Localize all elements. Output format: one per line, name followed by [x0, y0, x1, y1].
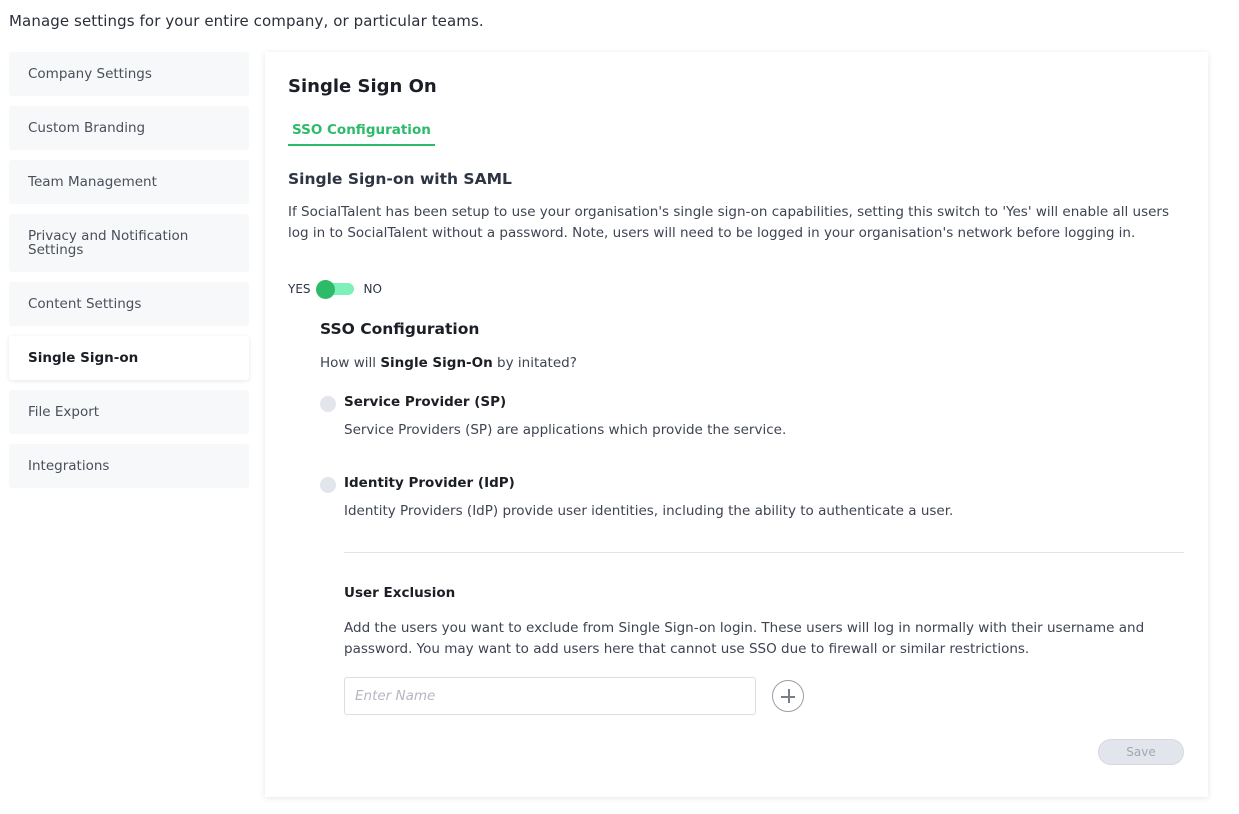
- sso-enable-toggle[interactable]: [315, 280, 356, 299]
- sidebar-item-privacy-notification[interactable]: Privacy and Notification Settings: [9, 214, 249, 272]
- sidebar-item-content-settings[interactable]: Content Settings: [9, 282, 249, 326]
- toggle-yes-label: YES: [288, 282, 311, 296]
- question-suffix: by initated?: [492, 355, 577, 371]
- saml-section-title: Single Sign-on with SAML: [288, 170, 512, 188]
- user-exclusion-description: Add the users you want to exclude from S…: [344, 620, 1145, 657]
- card-title: Single Sign On: [288, 76, 437, 97]
- settings-sidebar: Company Settings Custom Branding Team Ma…: [9, 52, 249, 498]
- radio-description: Service Providers (SP) are applications …: [344, 422, 787, 438]
- section-divider: [344, 552, 1184, 553]
- sidebar-item-file-export[interactable]: File Export: [9, 390, 249, 434]
- sidebar-item-label: File Export: [28, 404, 100, 420]
- sidebar-item-single-sign-on[interactable]: Single Sign-on: [9, 336, 249, 380]
- sidebar-item-label: Content Settings: [28, 296, 142, 312]
- sidebar-item-custom-branding[interactable]: Custom Branding: [9, 106, 249, 150]
- sso-toggle-row: YES NO: [288, 280, 382, 299]
- radio-label: Identity Provider (IdP): [344, 475, 515, 491]
- add-excluded-user-button[interactable]: [772, 680, 804, 712]
- sidebar-item-label: Single Sign-on: [28, 350, 139, 366]
- exclude-user-name-input[interactable]: [344, 677, 756, 715]
- sidebar-item-label: Custom Branding: [28, 120, 146, 136]
- page-description: Manage settings for your entire company,…: [9, 12, 484, 30]
- toggle-no-label: NO: [363, 282, 382, 296]
- radio-identity-provider[interactable]: [320, 477, 336, 493]
- radio-service-provider[interactable]: [320, 396, 336, 412]
- radio-label: Service Provider (SP): [344, 394, 507, 410]
- sidebar-item-team-management[interactable]: Team Management: [9, 160, 249, 204]
- sidebar-item-integrations[interactable]: Integrations: [9, 444, 249, 488]
- save-button[interactable]: Save: [1098, 739, 1184, 765]
- sidebar-item-label: Integrations: [28, 458, 110, 474]
- saml-description: If SocialTalent has been setup to use yo…: [288, 204, 1170, 241]
- sso-config-title: SSO Configuration: [320, 320, 480, 338]
- sso-initiation-question: How will Single Sign-On by initated?: [320, 355, 577, 371]
- question-prefix: How will: [320, 355, 381, 371]
- tab-sso-configuration[interactable]: SSO Configuration: [288, 122, 435, 146]
- sso-settings-card: Single Sign On SSO Configuration Single …: [265, 52, 1208, 797]
- sidebar-item-label: Team Management: [28, 174, 157, 190]
- sidebar-item-company-settings[interactable]: Company Settings: [9, 52, 249, 96]
- toggle-knob[interactable]: [315, 280, 335, 299]
- radio-description: Identity Providers (IdP) provide user id…: [344, 503, 954, 519]
- sidebar-item-label: Company Settings: [28, 66, 152, 82]
- user-exclusion-title: User Exclusion: [344, 585, 456, 601]
- sidebar-item-label: Privacy and Notification Settings: [28, 228, 189, 258]
- question-bold: Single Sign-On: [380, 355, 493, 371]
